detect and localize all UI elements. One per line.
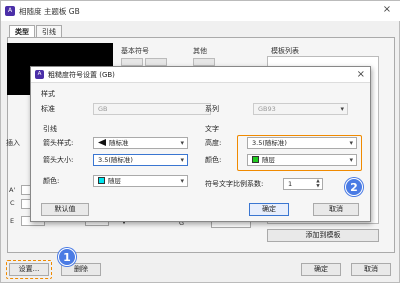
roughness-settings-dialog: A 粗糙度符号设置 (GB) × 样式 标准 GB 系列 GB93 ▾ 引线 箭… [30,66,371,222]
text-color-value: 随层 [262,156,275,164]
leader-color-select[interactable]: 随层 ▾ [93,175,188,187]
template-list-label: 模板列表 [271,47,299,55]
insert-label: 插入 [6,139,20,147]
arrow-size-value: 3.5(随标准) [98,156,133,164]
outer-title-bar: A 相随度 主题板 GB [1,1,400,21]
arrow-style-label: 箭头样式: [43,139,74,147]
arrow-size-select[interactable]: 3.5(随标准) ▾ [93,154,188,166]
text-height-select[interactable]: 3.5(随标准) ▾ [247,137,357,149]
series-select: GB93 ▾ [253,103,348,115]
chevron-down-icon: ▾ [180,156,184,164]
spin-icon[interactable]: ▲ ▼ [315,179,321,189]
basic-symbol-label: 基本符号 [121,47,149,55]
dialog-ok-button[interactable]: 确定 [249,203,289,216]
style-section-label: 样式 [41,90,55,98]
arrow-size-label: 箭头大小: [43,156,74,164]
series-label: 系列 [205,105,219,113]
text-color-select[interactable]: 随层 ▾ [247,154,357,166]
settings-highlight [6,260,52,279]
default-button[interactable]: 默认值 [41,203,89,216]
chevron-down-icon: ▾ [180,139,184,147]
leader-color-value: 随层 [108,177,121,185]
other-label: 其他 [193,47,207,55]
ratio-value: 1 [288,180,293,188]
step-badge-1: 1 [58,248,76,266]
close-icon[interactable]: × [381,4,393,16]
text-color-swatch [252,156,259,163]
app-icon: A [5,6,15,16]
chevron-down-icon: ▾ [349,156,353,164]
app-icon: A [35,70,44,79]
text-height-value: 3.5(随标准) [252,139,287,147]
add-template-button[interactable]: 添加到模板 [267,229,379,242]
other-symbol-button[interactable] [193,58,215,66]
tab-type[interactable]: 类型 [9,25,35,37]
text-section-label: 文字 [205,125,219,133]
outer-title: 相随度 主题板 GB [19,6,80,16]
dialog-title-bar: A 粗糙度符号设置 (GB) [31,67,370,83]
dialog-title: 粗糙度符号设置 (GB) [48,70,115,79]
basic-symbol-button[interactable] [121,58,143,66]
standard-field: GB [93,103,211,115]
close-icon[interactable]: × [357,69,365,81]
series-value: GB93 [258,105,276,113]
standard-value: GB [98,105,108,113]
chevron-down-icon: ▾ [340,105,344,113]
chevron-down-icon: ▾ [349,139,353,147]
leader-color-label: 颜色: [43,177,60,185]
arrow-icon [98,139,106,146]
tab-leader[interactable]: 引线 [36,25,62,37]
row-label: A' [9,186,16,194]
chevron-down-icon: ▾ [180,177,184,185]
outer-tabs: 类型 引线 [9,25,63,37]
row-label: E [10,217,15,225]
ratio-label: 符号文字比例系数: [205,180,264,188]
dialog-cancel-button[interactable]: 取消 [313,203,359,216]
leader-section-label: 引线 [43,125,57,133]
arrow-style-value: 随标准 [109,139,129,147]
ratio-input[interactable]: 1 ▲ ▼ [283,178,323,190]
ok-button[interactable]: 确定 [301,263,341,276]
basic-symbol-button[interactable] [145,58,167,66]
height-label: 高度: [205,139,222,147]
row-label: C [10,199,15,207]
step-badge-2: 2 [345,178,363,196]
standard-label: 标准 [41,105,55,113]
arrow-style-select[interactable]: 随标准 ▾ [93,137,188,149]
cancel-button[interactable]: 取消 [351,263,391,276]
text-color-label: 颜色: [205,156,222,164]
leader-color-swatch [98,177,105,184]
